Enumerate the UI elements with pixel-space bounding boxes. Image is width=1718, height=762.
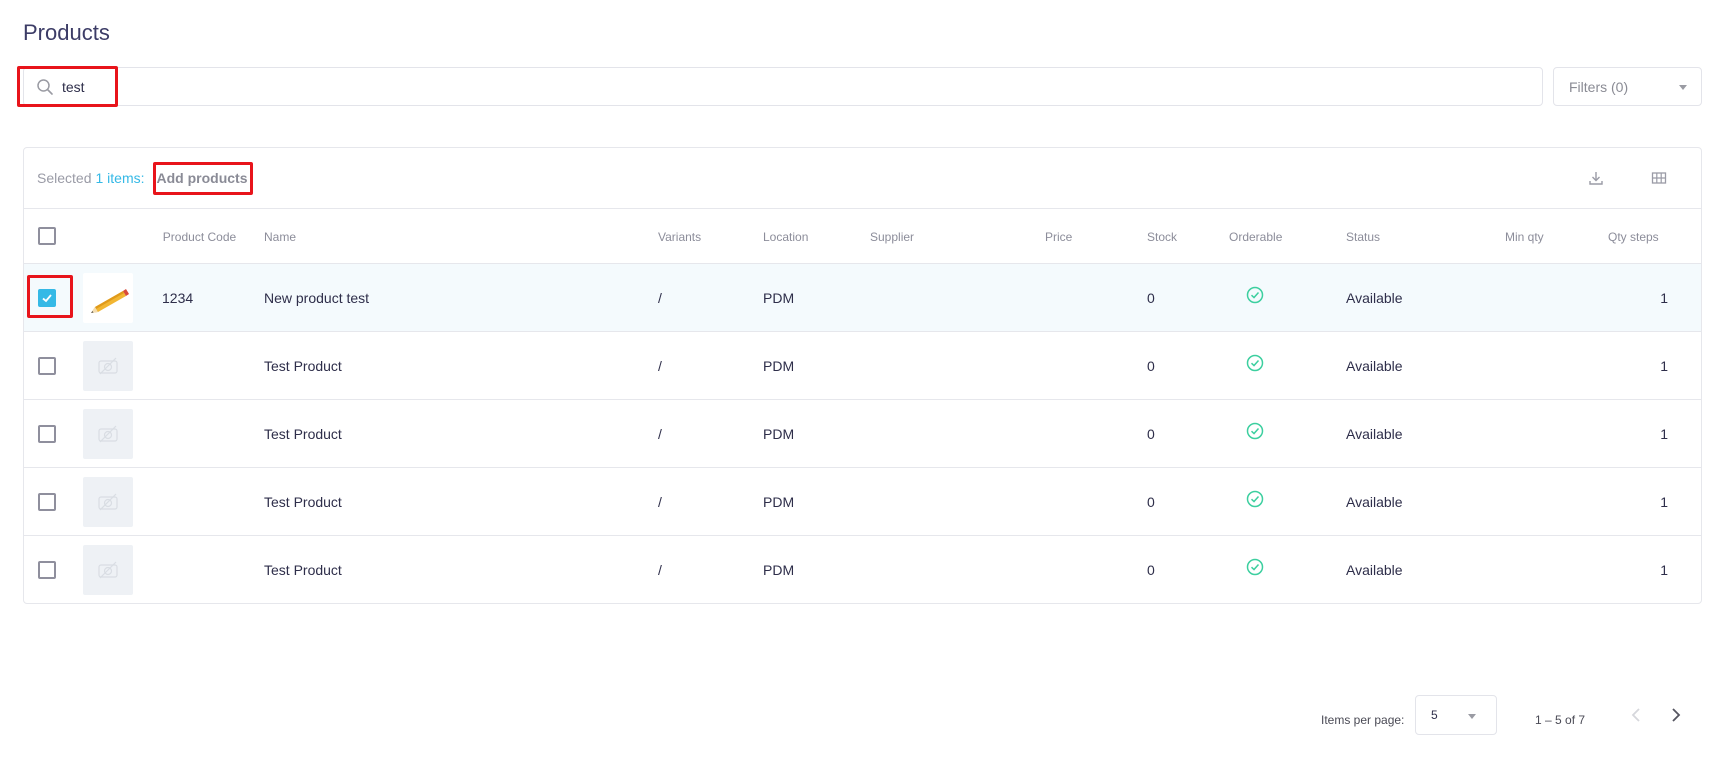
cell-variants: / bbox=[658, 562, 662, 578]
cell-qty-steps: 1 bbox=[1660, 494, 1668, 510]
cell-name: New product test bbox=[264, 290, 370, 306]
table-row[interactable]: 1234 New product test / PDM 0 Available 1 bbox=[24, 264, 1701, 332]
col-min-qty[interactable]: Min qty bbox=[1505, 209, 1544, 264]
cell-stock: 0 bbox=[1147, 562, 1155, 578]
chevron-right-icon bbox=[1672, 708, 1681, 722]
col-status[interactable]: Status bbox=[1346, 209, 1380, 264]
col-stock[interactable]: Stock bbox=[1147, 209, 1177, 264]
orderable-check-icon bbox=[1246, 533, 1264, 601]
cell-location: PDM bbox=[763, 562, 795, 578]
check-icon bbox=[42, 294, 52, 303]
cell-stock: 0 bbox=[1147, 290, 1155, 306]
table-body: 1234 New product test / PDM 0 Available 1 Test … bbox=[24, 264, 1701, 603]
filters-label: Filters (0) bbox=[1569, 78, 1629, 95]
items-per-page-value: 5 bbox=[1431, 708, 1438, 722]
col-location[interactable]: Location bbox=[763, 209, 808, 264]
table-header: Product Code Name Variants Location Supp… bbox=[24, 209, 1701, 264]
products-table: Selected 1 items: Add products Product C… bbox=[23, 147, 1702, 604]
table-row[interactable]: Test Product / PDM 0 Available 1 bbox=[24, 533, 1701, 603]
selected-label: Selected bbox=[37, 170, 92, 186]
orderable-check-icon bbox=[1246, 397, 1264, 465]
grid-columns-icon[interactable] bbox=[1649, 168, 1669, 188]
row-checkbox[interactable] bbox=[38, 493, 56, 511]
cell-name: Test Product bbox=[264, 358, 342, 374]
add-products-button[interactable]: Add products bbox=[157, 170, 248, 186]
page-title: Products bbox=[23, 20, 110, 45]
table-row[interactable]: Test Product / PDM 0 Available 1 bbox=[24, 400, 1701, 468]
download-icon[interactable] bbox=[1586, 168, 1606, 188]
select-all-checkbox[interactable] bbox=[38, 227, 56, 245]
cell-qty-steps: 1 bbox=[1660, 562, 1668, 578]
col-product-code[interactable]: Product Code bbox=[162, 209, 237, 264]
cell-location: PDM bbox=[763, 494, 795, 510]
cell-stock: 0 bbox=[1147, 426, 1155, 442]
cell-name: Test Product bbox=[264, 494, 342, 510]
row-checkbox[interactable] bbox=[38, 357, 56, 375]
chevron-down-icon bbox=[1679, 85, 1687, 90]
cell-product-code: 1234 bbox=[162, 290, 194, 306]
row-checkbox[interactable] bbox=[38, 425, 56, 443]
filters-dropdown[interactable]: Filters (0) bbox=[1553, 67, 1702, 106]
orderable-check-icon bbox=[1246, 465, 1264, 533]
search-input[interactable] bbox=[62, 68, 1522, 105]
table-row[interactable]: Test Product / PDM 0 Available 1 bbox=[24, 332, 1701, 400]
previous-page-button[interactable] bbox=[1627, 705, 1647, 725]
image-placeholder-icon[interactable] bbox=[83, 477, 133, 527]
items-per-page-label: Items per page: bbox=[1321, 713, 1405, 727]
col-name[interactable]: Name bbox=[264, 209, 296, 264]
cell-status: Available bbox=[1346, 494, 1403, 510]
search-box[interactable] bbox=[23, 67, 1543, 106]
col-variants[interactable]: Variants bbox=[658, 209, 701, 264]
cell-location: PDM bbox=[763, 426, 795, 442]
cell-location: PDM bbox=[763, 290, 795, 306]
chevron-left-icon bbox=[1631, 708, 1640, 722]
cell-variants: / bbox=[658, 494, 662, 510]
col-supplier[interactable]: Supplier bbox=[870, 209, 914, 264]
table-toolbar: Selected 1 items: Add products bbox=[24, 148, 1701, 209]
col-price[interactable]: Price bbox=[1045, 209, 1072, 264]
cell-stock: 0 bbox=[1147, 358, 1155, 374]
page-range-label: 1 – 5 of 7 bbox=[1535, 713, 1586, 727]
search-icon bbox=[36, 78, 54, 96]
row-checkbox[interactable] bbox=[38, 561, 56, 579]
cell-status: Available bbox=[1346, 358, 1403, 374]
table-row[interactable]: Test Product / PDM 0 Available 1 bbox=[24, 468, 1701, 536]
cell-variants: / bbox=[658, 290, 662, 306]
col-qty-steps[interactable]: Qty steps bbox=[1608, 209, 1659, 264]
cell-status: Available bbox=[1346, 290, 1403, 306]
cell-qty-steps: 1 bbox=[1660, 426, 1668, 442]
row-checkbox[interactable] bbox=[38, 289, 56, 307]
selected-count: 1 items: bbox=[95, 170, 145, 186]
items-per-page-select[interactable]: 5 bbox=[1415, 695, 1497, 735]
orderable-check-icon bbox=[1246, 329, 1264, 397]
cell-status: Available bbox=[1346, 426, 1403, 442]
cell-variants: / bbox=[658, 426, 662, 442]
image-placeholder-icon[interactable] bbox=[83, 409, 133, 459]
col-orderable[interactable]: Orderable bbox=[1229, 209, 1282, 264]
image-placeholder-icon[interactable] bbox=[83, 341, 133, 391]
image-placeholder-icon[interactable] bbox=[83, 545, 133, 595]
next-page-button[interactable] bbox=[1665, 705, 1685, 725]
cell-name: Test Product bbox=[264, 562, 342, 578]
orderable-check-icon bbox=[1246, 261, 1264, 329]
pencil-image[interactable] bbox=[83, 273, 133, 323]
cell-variants: / bbox=[658, 358, 662, 374]
cell-qty-steps: 1 bbox=[1660, 358, 1668, 374]
chevron-down-icon bbox=[1468, 714, 1476, 719]
cell-name: Test Product bbox=[264, 426, 342, 442]
cell-location: PDM bbox=[763, 358, 795, 374]
cell-qty-steps: 1 bbox=[1660, 290, 1668, 306]
cell-stock: 0 bbox=[1147, 494, 1155, 510]
cell-status: Available bbox=[1346, 562, 1403, 578]
